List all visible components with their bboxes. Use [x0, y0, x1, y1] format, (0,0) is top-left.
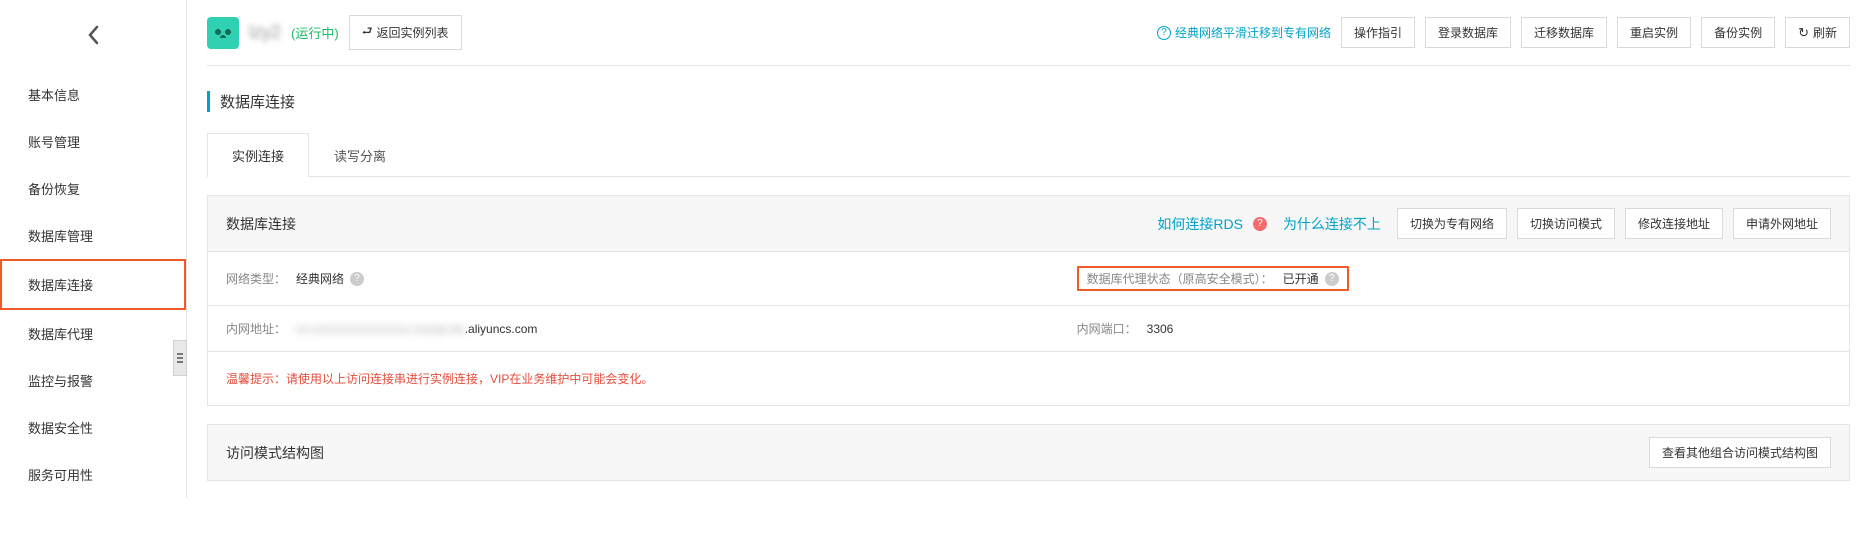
sidebar-item-database-mgmt[interactable]: 数据库管理 — [0, 212, 186, 259]
intranet-port-label: 内网端口： — [1077, 320, 1137, 337]
connection-panel: 数据库连接 如何连接RDS ? 为什么连接不上 切换为专有网络 切换访问模式 修… — [207, 195, 1850, 406]
login-database-button[interactable]: 登录数据库 — [1425, 17, 1511, 48]
tab-instance-connection[interactable]: 实例连接 — [207, 133, 309, 177]
migrate-database-button[interactable]: 迁移数据库 — [1521, 17, 1607, 48]
help-icon[interactable]: ? — [1325, 272, 1339, 286]
apply-external-address-button[interactable]: 申请外网地址 — [1733, 208, 1831, 239]
header: lzy2 (运行中) 返回实例列表 ? 经典网络平滑迁移到专有网络 操作指引 登… — [207, 15, 1850, 66]
connection-warning: 温馨提示：请使用以上访问连接串进行实例连接，VIP在业务维护中可能会变化。 — [208, 352, 1849, 405]
return-icon — [362, 22, 373, 43]
back-chevron[interactable] — [0, 15, 186, 71]
intranet-row: 内网地址： rm-xxxxxxxxxxxxxxxx.mysql.rds.aliy… — [208, 306, 1849, 352]
view-other-structure-button[interactable]: 查看其他组合访问模式结构图 — [1649, 437, 1831, 468]
backup-instance-button[interactable]: 备份实例 — [1701, 17, 1775, 48]
how-to-connect-link[interactable]: 如何连接RDS ? — [1157, 214, 1267, 234]
sidebar-item-basic-info[interactable]: 基本信息 — [0, 71, 186, 118]
question-icon: ? — [1157, 26, 1171, 40]
refresh-label: 刷新 — [1813, 24, 1837, 41]
intranet-address-suffix: .aliyuncs.com — [465, 322, 538, 336]
sidebar-collapse-handle[interactable] — [173, 340, 187, 376]
main-content: lzy2 (运行中) 返回实例列表 ? 经典网络平滑迁移到专有网络 操作指引 登… — [187, 0, 1870, 498]
page-title: 数据库连接 — [207, 91, 1850, 112]
switch-access-mode-button[interactable]: 切换访问模式 — [1517, 208, 1615, 239]
proxy-status-value: 已开通 — [1283, 270, 1319, 287]
proxy-status-highlight: 数据库代理状态（原高安全模式）： 已开通 ? — [1077, 266, 1349, 291]
why-cannot-connect-link[interactable]: 为什么连接不上 — [1283, 214, 1381, 234]
status-running: (运行中) — [291, 23, 339, 42]
switch-vpc-button[interactable]: 切换为专有网络 — [1397, 208, 1507, 239]
access-structure-title: 访问模式结构图 — [226, 443, 324, 463]
intranet-address-masked: rm-xxxxxxxxxxxxxxxx.mysql.rds — [296, 322, 465, 336]
help-icon[interactable]: ? — [350, 272, 364, 286]
intranet-address-label: 内网地址： — [226, 320, 286, 337]
refresh-button[interactable]: 刷新 — [1785, 17, 1850, 48]
instance-icon — [207, 17, 239, 49]
sidebar-item-security[interactable]: 数据安全性 — [0, 404, 186, 451]
network-type-value: 经典网络 — [296, 270, 344, 287]
connection-panel-header: 数据库连接 如何连接RDS ? 为什么连接不上 切换为专有网络 切换访问模式 修… — [208, 196, 1849, 252]
sidebar-item-monitoring[interactable]: 监控与报警 — [0, 357, 186, 404]
migrate-network-link[interactable]: ? 经典网络平滑迁移到专有网络 — [1157, 24, 1331, 41]
network-type-row: 网络类型： 经典网络 ? 数据库代理状态（原高安全模式）： 已开通 ? — [208, 252, 1849, 306]
intranet-address-value: rm-xxxxxxxxxxxxxxxx.mysql.rds.aliyuncs.c… — [296, 322, 537, 336]
return-instance-list-label: 返回实例列表 — [377, 24, 449, 41]
access-structure-panel-header: 访问模式结构图 查看其他组合访问模式结构图 — [207, 424, 1850, 481]
help-icon: ? — [1253, 217, 1267, 231]
sidebar: 基本信息 账号管理 备份恢复 数据库管理 数据库连接 数据库代理 监控与报警 数… — [0, 0, 187, 498]
connection-panel-title: 数据库连接 — [226, 214, 296, 234]
refresh-icon — [1798, 25, 1809, 41]
operation-guide-button[interactable]: 操作指引 — [1341, 17, 1415, 48]
sidebar-item-availability[interactable]: 服务可用性 — [0, 451, 186, 498]
modify-connection-address-button[interactable]: 修改连接地址 — [1625, 208, 1723, 239]
sidebar-item-database-connection[interactable]: 数据库连接 — [0, 259, 186, 310]
sidebar-item-database-proxy[interactable]: 数据库代理 — [0, 310, 186, 357]
intranet-port-value: 3306 — [1147, 322, 1174, 336]
tab-read-write-split[interactable]: 读写分离 — [309, 133, 411, 177]
sidebar-item-accounts[interactable]: 账号管理 — [0, 118, 186, 165]
tabs: 实例连接 读写分离 — [207, 132, 1850, 177]
instance-name: lzy2 — [249, 22, 281, 43]
restart-instance-button[interactable]: 重启实例 — [1617, 17, 1691, 48]
how-to-connect-label: 如何连接RDS — [1157, 214, 1243, 234]
sidebar-item-backup[interactable]: 备份恢复 — [0, 165, 186, 212]
migrate-network-label: 经典网络平滑迁移到专有网络 — [1175, 24, 1331, 41]
network-type-label: 网络类型： — [226, 270, 286, 287]
return-instance-list-button[interactable]: 返回实例列表 — [349, 15, 462, 50]
proxy-status-label: 数据库代理状态（原高安全模式）： — [1087, 270, 1273, 287]
